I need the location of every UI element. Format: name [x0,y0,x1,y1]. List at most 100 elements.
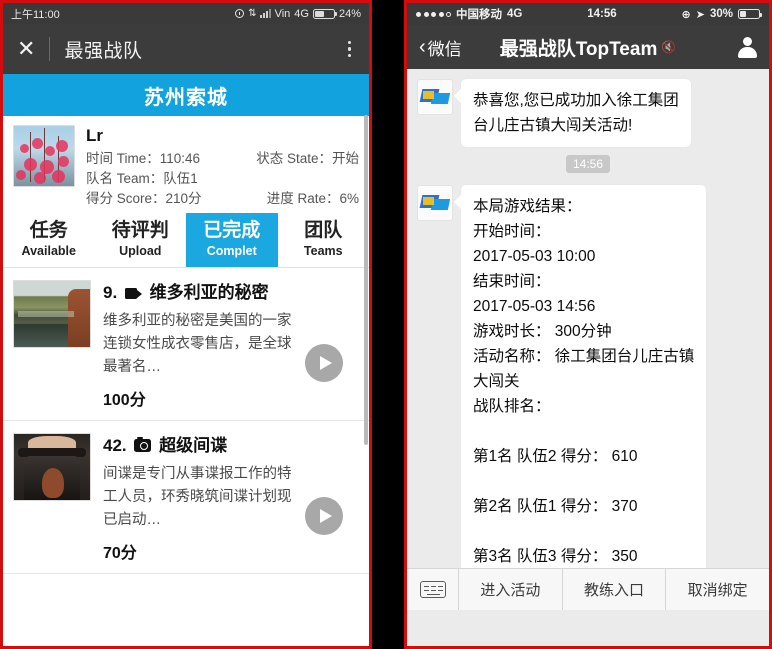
message-bubble[interactable]: 本局游戏结果： 开始时间： 2017-05-03 10:00 结束时间： 201… [461,185,707,610]
rate-label: 进度 Rate： [266,191,340,206]
list-item[interactable]: 9. 维多利亚的秘密 维多利亚的秘密是美国的一家连锁女性成衣零售店，是全球最著名… [3,268,369,421]
rate-value: 6% [339,191,359,206]
wechat-chat-screenshot: 中国移动 4G 14:56 ⊕ ➤ 30% ‹ 微信 最强战队TopTeam 🔇 [404,0,772,649]
carrier-label: 中国移动 [456,9,502,21]
team-label: 队名 Team： [86,171,164,186]
message-line: 2017-05-03 14:56 [473,298,596,315]
back-button[interactable]: ‹ 微信 [419,35,462,60]
tab-complete-cn: 已完成 [203,220,261,241]
toolbar-item-enter-activity[interactable]: 进入活动 [459,569,563,610]
message-line [473,469,694,494]
rank-line-3: 第3名 队伍3 得分： 350 [473,548,638,565]
status-time: 14:56 [587,8,617,20]
message-timestamp: 14:56 [417,155,759,173]
user-name: Lr [86,126,103,145]
task-thumbnail [13,280,91,348]
toolbar-item-unbind[interactable]: 取消绑定 [666,569,769,610]
dual-screenshot-stage: 上午11:00 ⇅ Vin 4G 24% ✕ 最强战队 苏州索城 Lr 时间 T… [0,0,772,649]
time-value: 110:46 [159,151,201,166]
battery-percent: 24% [338,7,361,20]
mute-icon: 🔇 [661,40,677,54]
message-line: 活动名称： 徐工集团台儿庄古镇 [473,348,695,365]
wechat-nav-bar: ‹ 微信 最强战队TopTeam 🔇 [407,25,769,69]
info-row-time: 时间 Time：110:46 状态 State：开始 [86,149,359,169]
message-line: 大闯关 [473,373,520,390]
battery-percent: 30% [709,8,733,20]
contact-profile-icon[interactable] [737,37,757,58]
battery-icon [737,9,763,19]
tab-bar: 任务 Available 待评判 Upload 已完成 Complet 团队 T… [3,213,369,268]
location-arrow-icon: ➤ [695,8,705,21]
tab-complete-en: Complet [206,244,257,258]
tab-available[interactable]: 任务 Available [3,213,95,267]
status-time: 上午11:00 [11,8,60,21]
android-app-bar: ✕ 最强战队 [3,24,369,74]
scrollbar[interactable] [364,115,368,445]
chat-title-text: 最强战队TopTeam [499,38,658,60]
banner-title: 苏州索城 [144,86,228,109]
tab-upload-en: Upload [119,244,162,258]
message-row: 恭喜您,您已成功加入徐工集团 台儿庄古镇大闯关活动! [417,79,759,147]
data-transfer-icon: ⇅ [248,7,256,19]
overflow-menu-icon[interactable] [344,37,356,62]
tab-available-en: Available [21,244,76,258]
location-banner: 苏州索城 [3,74,369,116]
score-value: 210分 [165,191,202,206]
tab-teams-cn: 团队 [304,220,343,241]
message-line: 战队排名： [473,398,551,415]
task-description: 维多利亚的秘密是美国的一家连锁女性成衣零售店，是全球最著名… [103,313,292,375]
avatar[interactable] [417,79,453,115]
battery-icon [312,8,338,19]
signal-strength-icon [259,9,271,18]
chat-message-list: 恭喜您,您已成功加入徐工集团 台儿庄古镇大闯关活动! 14:56 本局游戏结果：… [407,69,769,610]
message-row: 本局游戏结果： 开始时间： 2017-05-03 10:00 结束时间： 201… [417,185,759,610]
play-icon[interactable] [305,497,343,535]
state-label: 状态 State： [256,151,332,166]
tab-teams[interactable]: 团队 Teams [278,213,370,267]
time-label: 时间 Time： [86,151,160,166]
page-title: 最强战队 [64,40,143,62]
alarm-icon [235,9,245,18]
team-value: 队伍1 [163,171,198,186]
photo-camera-icon [134,436,152,452]
team-info-panel: Lr 时间 Time：110:46 状态 State：开始 队名 Team：队伍… [3,116,369,213]
message-line: 台儿庄古镇大闯关活动! [473,117,633,134]
android-status-bar: 上午11:00 ⇅ Vin 4G 24% [3,3,369,24]
info-row-score: 得分 Score：210分 进度 Rate：6% [86,189,359,209]
score-label: 得分 Score： [86,191,166,206]
task-title: 9. 维多利亚的秘密 [103,280,303,306]
avatar[interactable] [417,185,453,221]
play-icon[interactable] [305,344,343,382]
timestamp-text: 14:56 [565,155,611,173]
tab-upload[interactable]: 待评判 Upload [95,213,187,267]
tab-upload-cn: 待评判 [111,220,169,241]
task-thumbnail [13,433,91,501]
network-label: 4G [294,7,309,20]
signal-dots-icon [416,11,451,17]
alarm-icon: ⊕ [681,8,691,21]
task-title-text: 维多利亚的秘密 [149,283,269,302]
message-line: 2017-05-03 10:00 [473,248,596,265]
network-label: 4G [507,8,523,20]
message-line [473,419,694,444]
appbar-divider [49,37,51,61]
task-number: 9. [103,283,118,302]
rank-line-1: 第1名 队伍2 得分： 610 [473,448,638,465]
tab-complete[interactable]: 已完成 Complet [186,213,278,267]
message-line [473,519,694,544]
task-number: 42. [103,436,127,455]
back-label: 微信 [427,39,462,59]
chevron-left-icon: ‹ [419,36,426,58]
message-bubble[interactable]: 恭喜您,您已成功加入徐工集团 台儿庄古镇大闯关活动! [461,79,691,147]
chat-toolbar: 进入活动 教练入口 取消绑定 [407,568,769,610]
task-title: 42. 超级间谍 [103,433,303,459]
message-line: 本局游戏结果： [473,198,582,215]
message-line: 恭喜您,您已成功加入徐工集团 [473,92,679,109]
keyboard-icon[interactable] [407,569,459,610]
android-app-screenshot: 上午11:00 ⇅ Vin 4G 24% ✕ 最强战队 苏州索城 Lr 时间 T… [0,0,372,649]
toolbar-item-coach-entry[interactable]: 教练入口 [563,569,667,610]
close-icon[interactable]: ✕ [17,38,35,60]
list-item[interactable]: 42. 超级间谍 间谍是专门从事谍报工作的特工人员，环秀晓筑间谍计划现已启动… … [3,421,369,574]
user-avatar [13,125,75,187]
tab-teams-en: Teams [303,244,343,258]
